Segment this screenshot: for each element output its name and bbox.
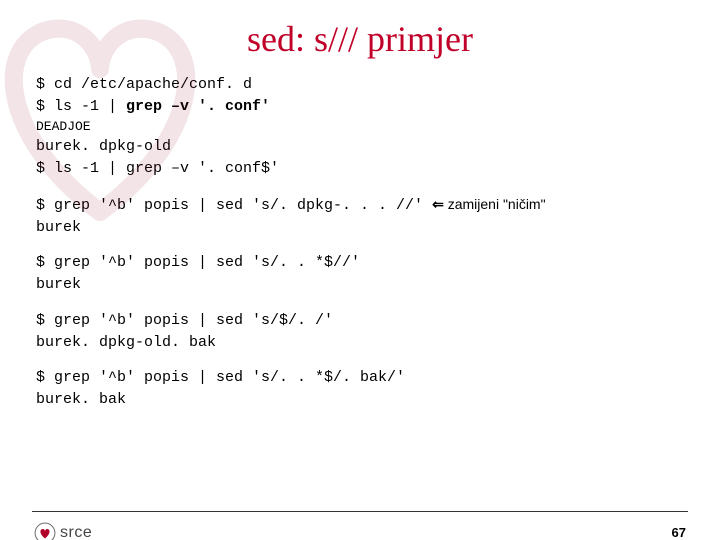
slide-title: sed: s/// primjer [0,18,720,60]
slide: sed: s/// primjer $ cd /etc/apache/conf.… [0,18,720,540]
code-line: DEADJOE [36,118,684,137]
arrow-left-icon: ⇐ [432,196,444,212]
code-block-1: $ cd /etc/apache/conf. d $ ls -1 | grep … [36,74,684,180]
code-line: burek. bak [36,389,684,411]
code-block-4: $ grep '^b' popis | sed 's/$/. /' burek.… [36,310,684,354]
page-number: 67 [672,525,686,540]
code-line: $ grep '^b' popis | sed 's/$/. /' [36,310,684,332]
code-line: $ cd /etc/apache/conf. d [36,74,684,96]
code-line: $ grep '^b' popis | sed 's/. dpkg-. . . … [36,194,684,217]
code-line: burek. dpkg-old [36,136,684,158]
heart-icon [34,522,56,540]
footer-brand: srce [60,524,92,540]
code-block-3: $ grep '^b' popis | sed 's/. . *$//' bur… [36,252,684,296]
footer-logo: srce [34,522,92,540]
code-line: $ ls -1 | grep –v '. conf' [36,96,684,118]
code-block-5: $ grep '^b' popis | sed 's/. . *$/. bak/… [36,367,684,411]
code-line: $ grep '^b' popis | sed 's/. . *$/. bak/… [36,367,684,389]
code-fragment: $ grep '^b' popis | sed 's/. dpkg-. . . … [36,197,423,214]
footer-rule [32,511,688,512]
code-fragment-bold: grep –v '. conf' [126,98,270,115]
code-line: $ grep '^b' popis | sed 's/. . *$//' [36,252,684,274]
code-line: $ ls -1 | grep –v '. conf$' [36,158,684,180]
code-fragment: $ ls -1 | [36,98,126,115]
code-block-2: $ grep '^b' popis | sed 's/. dpkg-. . . … [36,194,684,239]
slide-body: $ cd /etc/apache/conf. d $ ls -1 | grep … [0,74,720,411]
code-line: burek. dpkg-old. bak [36,332,684,354]
annotation: ⇐ zamijeni "ničim" [432,196,545,212]
code-line: burek [36,217,684,239]
annotation-text: zamijeni "ničim" [444,196,546,212]
code-line: burek [36,274,684,296]
